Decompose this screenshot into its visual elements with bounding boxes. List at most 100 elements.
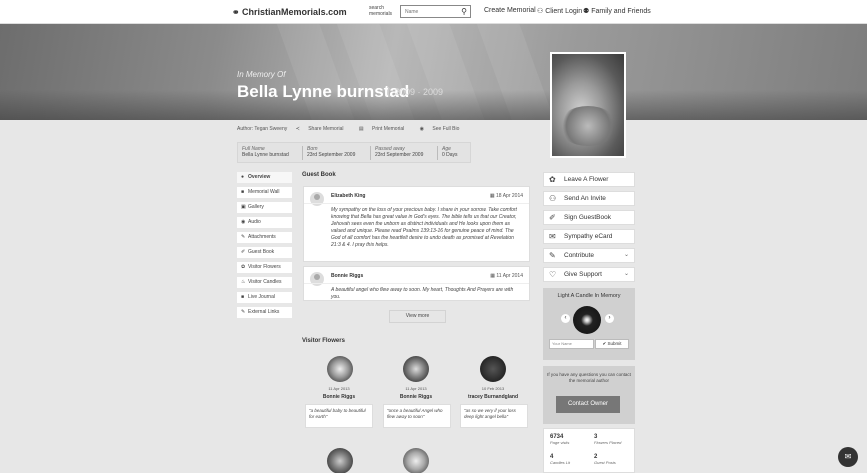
nav-client-login[interactable]: ⚇ Client Login	[537, 7, 582, 15]
flower-giver: tracey Burnandgland	[467, 394, 518, 400]
flower-icon: ✿	[241, 264, 246, 270]
side-item-overview[interactable]: ● Overview	[237, 172, 292, 183]
flower-message: "a beautiful baby to beautiful for earth…	[305, 404, 373, 428]
logo-text: ChristianMemorials.com	[242, 7, 347, 17]
envelope-icon: ✉	[549, 232, 556, 241]
search-input[interactable]	[401, 6, 457, 17]
contact-panel: If you have any questions you can contac…	[543, 366, 635, 424]
send-invite-button[interactable]: ⚇ Send An Invite	[543, 191, 635, 206]
memorial-photo	[550, 52, 626, 158]
heart-icon: ♡	[549, 270, 557, 279]
journal-icon: ■	[241, 294, 245, 300]
side-item-external-links[interactable]: ✎ External Links	[237, 307, 292, 318]
side-item-attachments[interactable]: ✎ Attachments	[237, 232, 292, 243]
see-full-bio-link[interactable]: ◉ See Full Bio	[420, 126, 467, 132]
print-memorial-label: Print Memorial	[372, 126, 405, 132]
nav-family-friends-label: Family and Friends	[591, 8, 651, 15]
print-memorial-link[interactable]: ▤ Print Memorial	[359, 126, 411, 132]
candle-submit-button[interactable]: ✔ Submit	[595, 339, 629, 349]
guestbook-entry: Elizabeth King ▦ 18 Apr 2014 My sympathy…	[303, 186, 530, 262]
flower-image	[327, 448, 353, 473]
share-memorial-label: Share Memorial	[308, 126, 344, 132]
action-label: Sign GuestBook	[564, 214, 611, 221]
info-value: Bella Lynne burnstad	[242, 152, 289, 158]
side-item-visitor-candles[interactable]: ♨ Visitor Candles	[237, 277, 292, 288]
divider	[370, 146, 371, 160]
divider	[304, 203, 529, 204]
chevron-right-icon[interactable]: ›	[605, 314, 614, 323]
view-more-button[interactable]: View more	[389, 310, 446, 323]
nav-create-memorial[interactable]: Create Memorial	[484, 7, 536, 14]
side-item-label: Audio	[248, 219, 261, 225]
flower-message: "as so we very if your loss deep light a…	[460, 404, 528, 428]
flower-date: 11 Apr 2013	[405, 386, 427, 391]
guestbook-title: Guest Book	[302, 172, 336, 178]
contact-owner-button[interactable]: Contact Owner	[556, 396, 620, 413]
attachment-icon: ✎	[241, 234, 246, 240]
candle-icon: ♨	[241, 279, 246, 285]
stat-label: Flowers Placed	[594, 440, 622, 445]
pen-icon: ✐	[549, 213, 556, 222]
search-box[interactable]: ⚲	[400, 5, 471, 18]
action-label: Leave A Flower	[564, 176, 609, 183]
info-full-name: Full Name Bella Lynne burnstad	[242, 146, 289, 158]
side-item-guest-book[interactable]: ✐ Guest Book	[237, 247, 292, 258]
side-item-memorial-wall[interactable]: ■ Memorial Wall	[237, 187, 292, 198]
nav-family-friends[interactable]: ⚉ Family and Friends	[583, 7, 651, 15]
side-item-live-journal[interactable]: ■ Live Journal	[237, 292, 292, 303]
action-label: Give Support	[564, 271, 602, 278]
sign-guestbook-button[interactable]: ✐ Sign GuestBook	[543, 210, 635, 225]
side-item-label: Memorial Wall	[248, 189, 280, 195]
entry-author: Elizabeth King	[331, 193, 366, 199]
chevron-down-icon: ⌄	[623, 252, 629, 258]
audio-icon: ◉	[241, 219, 246, 225]
candle-image	[573, 306, 601, 334]
action-label: Sympathy eCard	[564, 233, 613, 240]
give-support-button[interactable]: ♡ Give Support ⌄	[543, 267, 635, 282]
chat-icon[interactable]: ✉	[838, 447, 858, 467]
info-passed: Passed away 23rd September 2009	[375, 146, 423, 158]
chevron-left-icon[interactable]: ‹	[561, 314, 570, 323]
author-label: Author: Tegan Sweeny	[237, 126, 288, 132]
side-item-label: Attachments	[248, 234, 276, 240]
memorial-years: 2009 · 2009	[388, 87, 443, 97]
add-user-icon: ⚇	[549, 194, 557, 203]
side-item-audio[interactable]: ◉ Audio	[237, 217, 292, 228]
search-icon[interactable]: ⚲	[461, 7, 467, 16]
stats-panel: 6734 Page visits 3 Flowers Placed 4 Candles…	[543, 428, 635, 473]
flower-image	[403, 448, 429, 473]
contribute-button[interactable]: ✎ Contribute ⌄	[543, 248, 635, 263]
in-memory-label: In Memory Of	[237, 70, 286, 79]
link-icon: ✎	[241, 309, 246, 315]
memorial-name: Bella Lynne burnstad	[237, 82, 410, 101]
stat-candles: 4 Candles Lit	[550, 454, 590, 465]
entry-author: Bonnie Riggs	[331, 273, 364, 279]
side-menu: ● Overview ■ Memorial Wall ▣ Gallery ◉ Audio…	[237, 172, 292, 322]
photo-detail	[558, 106, 618, 146]
flower-date: 11 Apr 2013	[328, 386, 350, 391]
stat-page-visits: 6734 Page visits	[550, 434, 590, 445]
flower-image	[480, 356, 506, 382]
side-item-label: Visitor Candles	[248, 279, 282, 285]
leave-flower-button[interactable]: ✿ Leave A Flower	[543, 172, 635, 187]
stat-guest-posts: 2 Guest Posts	[594, 454, 634, 465]
side-item-gallery[interactable]: ▣ Gallery	[237, 202, 292, 213]
side-item-label: Gallery	[248, 204, 264, 210]
flower-giver: Bonnie Riggs	[399, 394, 433, 400]
candle-name-input[interactable]: Your Name	[549, 339, 594, 349]
divider	[302, 146, 303, 160]
stat-label: Page visits	[550, 440, 570, 445]
info-age: Age 0 Days	[442, 146, 458, 158]
site-logo[interactable]: ⚭ ChristianMemorials.com	[232, 7, 347, 18]
side-item-visitor-flowers[interactable]: ✿ Visitor Flowers	[237, 262, 292, 273]
share-memorial-link[interactable]: ≺ Share Memorial	[296, 126, 351, 132]
wall-icon: ■	[241, 189, 245, 195]
hero-banner	[0, 24, 867, 120]
side-item-label: External Links	[248, 309, 280, 315]
entry-date-text: 11 Apr 2014	[496, 273, 523, 279]
entry-text: My sympathy on the loss of your precious…	[331, 207, 517, 248]
stat-label: Candles Lit	[550, 460, 571, 465]
chevron-down-icon: ⌄	[623, 271, 629, 277]
overview-icon: ●	[241, 174, 245, 180]
sympathy-ecard-button[interactable]: ✉ Sympathy eCard	[543, 229, 635, 244]
